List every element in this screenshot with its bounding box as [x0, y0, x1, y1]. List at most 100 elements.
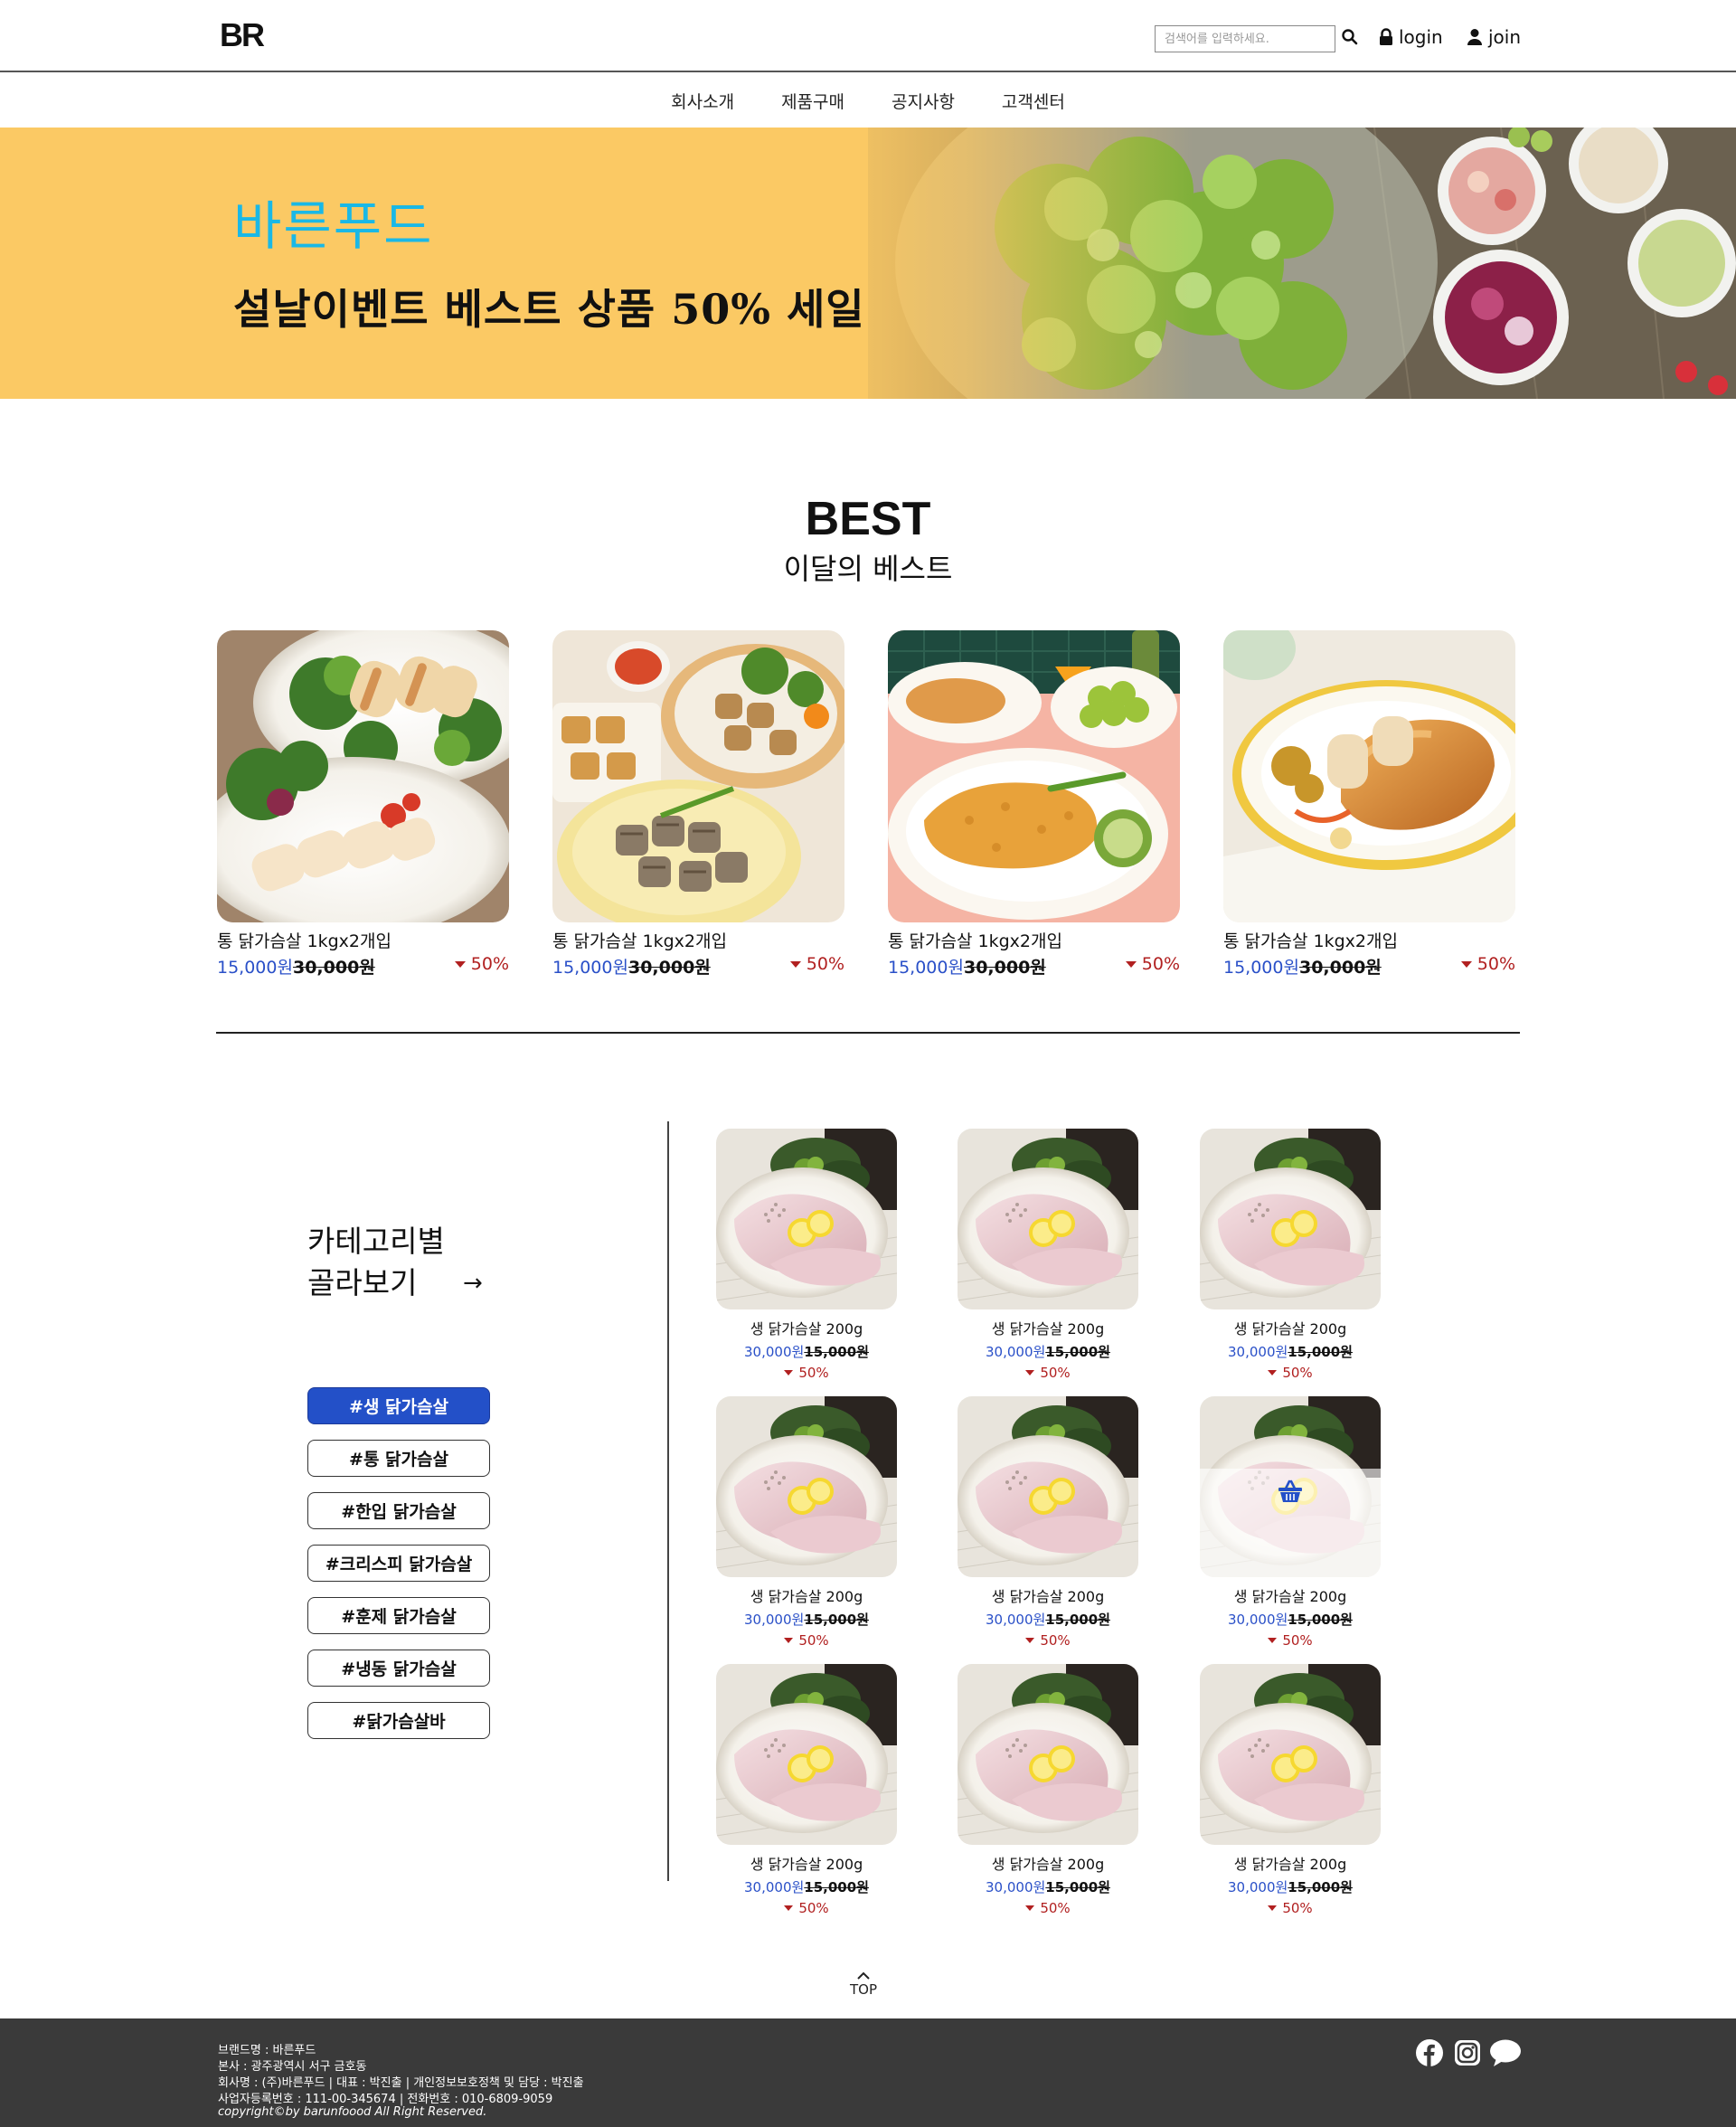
category-tag-bar[interactable]: #닭가슴살바	[307, 1702, 490, 1739]
discount-badge: 50%	[1200, 1365, 1381, 1381]
best-product-name: 통 닭가슴살 1kgx2개입	[217, 931, 392, 951]
nav-item-company[interactable]: 회사소개	[669, 89, 736, 113]
category-heading-line2: 골라보기	[307, 1265, 418, 1300]
discount-rate: 50%	[1282, 1632, 1313, 1649]
discount-badge: 50%	[1460, 954, 1515, 974]
category-tag-raw[interactable]: #생 닭가슴살	[307, 1387, 490, 1424]
footer-address: 본사 : 광주광역시 서구 금호동	[218, 2060, 367, 2074]
product-card[interactable]: 생 닭가슴살 200g 30,000원15,000원 50%	[716, 1664, 897, 1916]
sale-price: 30,000원	[986, 1612, 1046, 1628]
product-image[interactable]	[716, 1664, 897, 1845]
product-image[interactable]	[958, 1664, 1138, 1845]
product-card[interactable]: 생 닭가슴살 200g 30,000원15,000원 50%	[1200, 1664, 1381, 1916]
join-label: join	[1488, 26, 1522, 48]
product-image[interactable]	[716, 1129, 897, 1309]
login-link[interactable]: login	[1379, 24, 1443, 50]
discount-rate: 50%	[798, 1900, 829, 1916]
best-product-price: 15,000원30,000원 50%	[888, 954, 1180, 978]
shopping-basket-icon[interactable]	[1278, 1479, 1303, 1503]
product-card[interactable]: 생 닭가슴살 200g 30,000원15,000원 50%	[716, 1396, 897, 1649]
best-product-image[interactable]	[1223, 630, 1515, 922]
discount-badge: 50%	[716, 1632, 897, 1649]
discount-rate: 50%	[1141, 954, 1180, 974]
product-image[interactable]	[1200, 1664, 1381, 1845]
product-card[interactable]: 생 닭가슴살 200g 30,000원15,000원 50%	[1200, 1396, 1381, 1649]
category-heading: 카테고리별 골라보기	[307, 1221, 445, 1304]
sale-price: 30,000원	[986, 1879, 1046, 1895]
best-product-card[interactable]: 통 닭가슴살 1kgx2개입 15,000원30,000원 50%	[552, 630, 844, 978]
join-link[interactable]: join	[1467, 24, 1521, 50]
product-price: 30,000원15,000원	[958, 1342, 1138, 1361]
sale-price: 30,000원	[744, 1344, 805, 1360]
category-tag-smoked[interactable]: #훈제 닭가슴살	[307, 1597, 490, 1634]
discount-badge: 50%	[1200, 1632, 1381, 1649]
category-tag-whole[interactable]: #통 닭가슴살	[307, 1440, 490, 1477]
product-name: 생 닭가슴살 200g	[1233, 1320, 1347, 1338]
user-icon	[1467, 28, 1483, 46]
caret-down-icon	[1268, 1905, 1278, 1911]
search-input[interactable]	[1155, 25, 1335, 52]
discount-rate: 50%	[470, 954, 509, 974]
discount-badge: 50%	[716, 1365, 897, 1381]
product-hover-overlay	[1200, 1469, 1381, 1577]
arrow-right-icon[interactable]: →	[463, 1270, 483, 1297]
product-price: 30,000원15,000원	[716, 1877, 897, 1896]
best-product-card[interactable]: 통 닭가슴살 1kgx2개입 15,000원30,000원 50%	[1223, 630, 1515, 978]
nav-item-shop[interactable]: 제품구매	[779, 89, 846, 113]
scroll-top-button[interactable]: TOP	[836, 1971, 891, 1998]
caret-down-icon	[784, 1638, 794, 1643]
product-name: 생 닭가슴살 200g	[1233, 1856, 1347, 1873]
sale-price: 30,000원	[986, 1344, 1046, 1360]
product-image[interactable]	[716, 1396, 897, 1577]
best-section-subtitle: 이달의 베스트	[783, 552, 953, 586]
product-price: 30,000원15,000원	[958, 1877, 1138, 1896]
nav-item-support[interactable]: 고객센터	[1000, 89, 1067, 113]
product-card[interactable]: 생 닭가슴살 200g 30,000원15,000원 50%	[1200, 1129, 1381, 1381]
caret-down-icon	[1025, 1638, 1035, 1643]
product-image[interactable]	[958, 1129, 1138, 1309]
nav-item-notice[interactable]: 공지사항	[890, 89, 957, 113]
discount-badge: 50%	[454, 954, 509, 974]
chat-bubble-icon[interactable]	[1489, 2038, 1522, 2067]
category-tag-frozen[interactable]: #냉동 닭가슴살	[307, 1650, 490, 1687]
site-logo[interactable]: BR	[220, 16, 265, 54]
sale-price: 15,000원	[888, 958, 964, 978]
site-header: BR login join	[0, 0, 1736, 72]
discount-badge: 50%	[958, 1900, 1138, 1916]
caret-down-icon	[1025, 1905, 1035, 1911]
best-section-title: BEST	[805, 493, 931, 545]
product-card[interactable]: 생 닭가슴살 200g 30,000원15,000원 50%	[958, 1396, 1138, 1649]
best-product-price: 15,000원30,000원 50%	[1223, 954, 1515, 978]
discount-rate: 50%	[798, 1365, 829, 1381]
product-card[interactable]: 생 닭가슴살 200g 30,000원15,000원 50%	[716, 1129, 897, 1381]
instagram-icon[interactable]	[1453, 2038, 1482, 2067]
product-name: 생 닭가슴살 200g	[991, 1856, 1105, 1873]
caret-down-icon	[1025, 1370, 1035, 1375]
site-footer: 브랜드명 : 바른푸드 본사 : 광주광역시 서구 금호동 회사명 : (주)바…	[0, 2018, 1736, 2127]
product-image[interactable]	[1200, 1129, 1381, 1309]
sale-price: 30,000원	[744, 1612, 805, 1628]
product-image[interactable]	[1200, 1396, 1381, 1577]
best-product-name: 통 닭가슴살 1kgx2개입	[888, 931, 1062, 951]
search-icon[interactable]	[1342, 28, 1358, 48]
discount-rate: 50%	[1040, 1900, 1071, 1916]
product-price: 30,000원15,000원	[1200, 1610, 1381, 1629]
product-name: 생 닭가슴살 200g	[991, 1320, 1105, 1338]
best-product-card[interactable]: 통 닭가슴살 1kgx2개입 15,000원30,000원 50%	[888, 630, 1180, 978]
product-card[interactable]: 생 닭가슴살 200g 30,000원15,000원 50%	[958, 1664, 1138, 1916]
product-card[interactable]: 생 닭가슴살 200g 30,000원15,000원 50%	[958, 1129, 1138, 1381]
best-product-image[interactable]	[217, 630, 509, 922]
event-banner[interactable]: 바른푸드 설날이벤트 베스트 상품 50% 세일	[0, 128, 1736, 399]
original-price: 15,000원	[804, 1879, 869, 1895]
product-image[interactable]	[958, 1396, 1138, 1577]
best-product-price: 15,000원30,000원 50%	[552, 954, 844, 978]
facebook-icon[interactable]	[1415, 2038, 1444, 2067]
discount-badge: 50%	[716, 1900, 897, 1916]
best-product-image[interactable]	[888, 630, 1180, 922]
best-product-card[interactable]: 통 닭가슴살 1kgx2개입 15,000원30,000원 50%	[217, 630, 509, 978]
best-product-image[interactable]	[552, 630, 844, 922]
product-name: 생 닭가슴살 200g	[750, 1320, 863, 1338]
category-tag-crispy[interactable]: #크리스피 닭가슴살	[307, 1545, 490, 1582]
product-price: 30,000원15,000원	[1200, 1877, 1381, 1896]
category-tag-bite[interactable]: #한입 닭가슴살	[307, 1492, 490, 1529]
